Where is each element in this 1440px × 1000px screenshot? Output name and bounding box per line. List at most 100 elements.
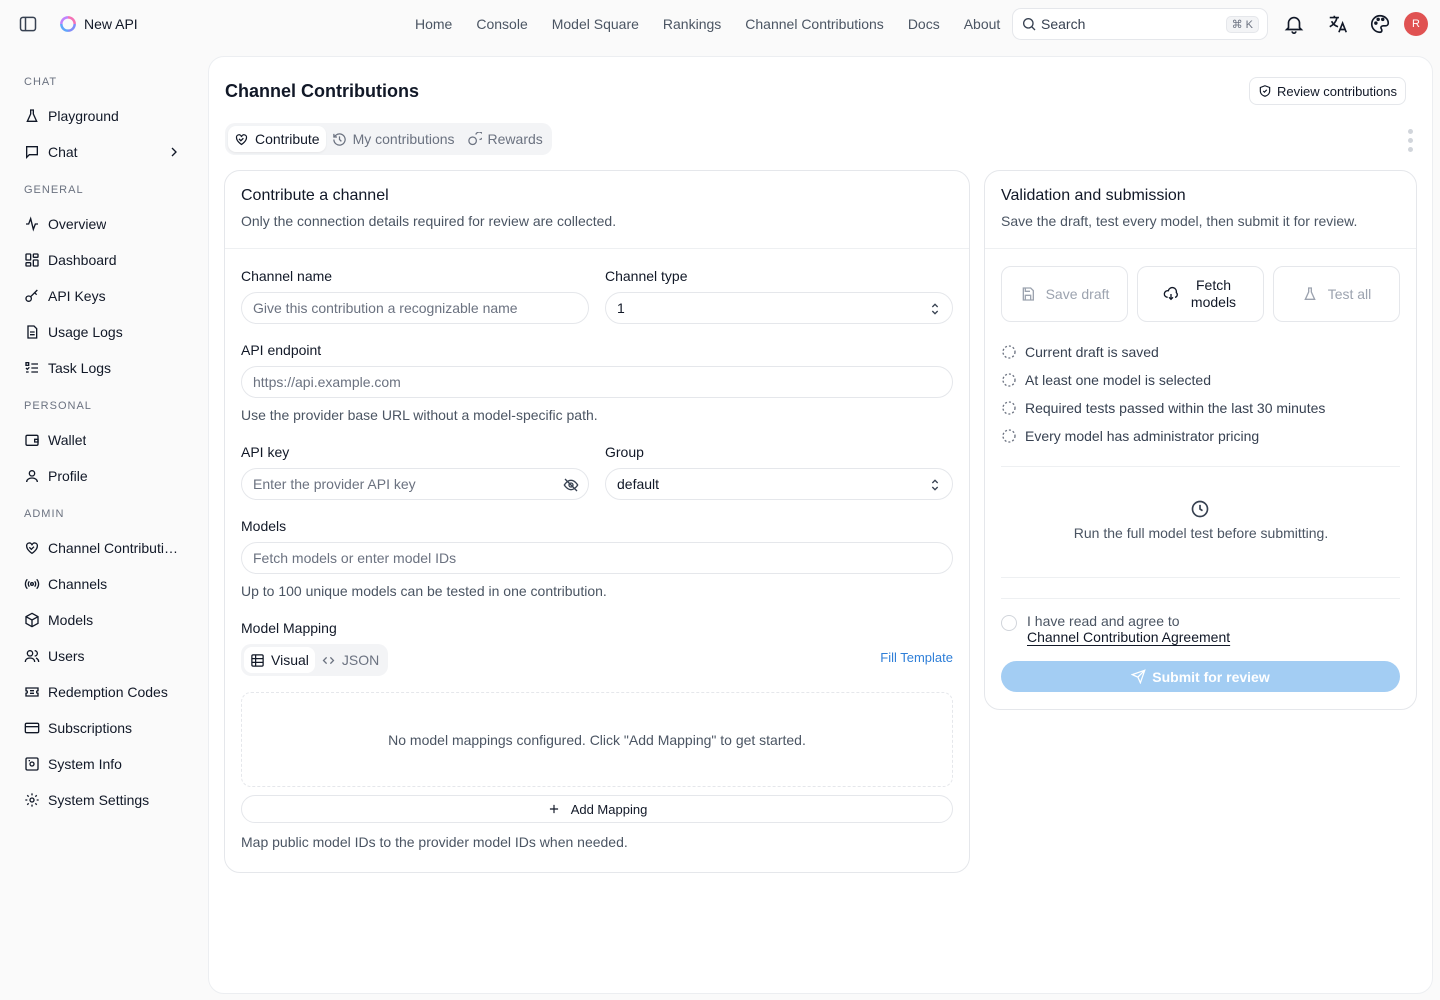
plus-icon xyxy=(547,802,561,816)
sidebar-item-label: Redemption Codes xyxy=(48,684,168,700)
agreement-checkbox[interactable] xyxy=(1001,615,1017,631)
code-icon xyxy=(321,653,336,668)
cloud-download-icon xyxy=(1163,286,1179,302)
tab-contribute[interactable]: Contribute xyxy=(228,126,326,152)
input-placeholder: https://api.example.com xyxy=(253,374,401,390)
channel-name-input[interactable]: Give this contribution a recognizable na… xyxy=(241,292,589,324)
users-icon xyxy=(24,648,40,664)
sidebar-item-profile[interactable]: Profile xyxy=(16,460,192,492)
sidebar-toggle-icon[interactable] xyxy=(18,14,38,34)
sidebar-item-subscriptions[interactable]: Subscriptions xyxy=(16,712,192,744)
dashed-circle-icon xyxy=(1001,372,1017,388)
channel-type-label: Channel type xyxy=(605,268,688,284)
nav-console[interactable]: Console xyxy=(464,16,539,32)
card-subtitle: Only the connection details required for… xyxy=(241,213,617,229)
flask-icon xyxy=(24,108,40,124)
fill-template-link[interactable]: Fill Template xyxy=(880,650,953,665)
sidebar-item-playground[interactable]: Playground xyxy=(16,100,192,132)
tab-label: Rewards xyxy=(487,131,543,147)
api-endpoint-input[interactable]: https://api.example.com xyxy=(241,366,953,398)
group-select[interactable]: default xyxy=(605,468,953,500)
sidebar-item-channel-contributions[interactable]: Channel Contributi… xyxy=(16,532,192,564)
mapping-empty-text: No model mappings configured. Click "Add… xyxy=(388,731,806,748)
sidebar-item-dashboard[interactable]: Dashboard xyxy=(16,244,192,276)
test-all-button[interactable]: Test all xyxy=(1273,266,1400,322)
nav-home[interactable]: Home xyxy=(403,16,464,32)
group-label: Group xyxy=(605,444,644,460)
nav-model-square[interactable]: Model Square xyxy=(540,16,651,32)
input-placeholder: Enter the provider API key xyxy=(253,476,416,492)
agreement-link[interactable]: Channel Contribution Agreement xyxy=(1027,629,1230,645)
fetch-models-button[interactable]: Fetch models xyxy=(1137,266,1264,322)
input-placeholder: Give this contribution a recognizable na… xyxy=(253,300,518,316)
channel-type-select[interactable]: 1 xyxy=(605,292,953,324)
nav-rankings[interactable]: Rankings xyxy=(651,16,733,32)
brand-name[interactable]: New API xyxy=(84,16,138,32)
sidebar-item-label: Task Logs xyxy=(48,360,112,376)
sidebar-item-users[interactable]: Users xyxy=(16,640,192,672)
sidebar-item-label: Wallet xyxy=(48,432,87,448)
sidebar-item-label: Models xyxy=(48,612,94,628)
sidebar-item-channels[interactable]: Channels xyxy=(16,568,192,600)
page-title: Channel Contributions xyxy=(225,81,419,101)
bell-icon[interactable] xyxy=(1283,13,1305,35)
sidebar-item-label: Users xyxy=(48,648,85,664)
check-item: Current draft is saved xyxy=(1001,344,1159,360)
sidebar-item-wallet[interactable]: Wallet xyxy=(16,424,192,456)
check-item: Every model has administrator pricing xyxy=(1001,428,1259,444)
models-input[interactable]: Fetch models or enter model IDs xyxy=(241,542,953,574)
tab-bar: Contribute My contributions Rewards xyxy=(225,123,552,155)
search-box[interactable]: Search ⌘ K xyxy=(1012,8,1268,40)
sidebar-item-chat[interactable]: Chat xyxy=(16,136,192,168)
eye-off-icon[interactable] xyxy=(563,477,579,493)
sidebar-item-usage-logs[interactable]: Usage Logs xyxy=(16,316,192,348)
sidebar-item-overview[interactable]: Overview xyxy=(16,208,192,240)
channel-name-label: Channel name xyxy=(241,268,333,284)
api-key-input[interactable]: Enter the provider API key xyxy=(241,468,589,500)
sidebar-item-redemption-codes[interactable]: Redemption Codes xyxy=(16,676,192,708)
input-placeholder: Fetch models or enter model IDs xyxy=(253,550,457,566)
sidebar-item-label: Profile xyxy=(48,468,88,484)
submit-for-review-button[interactable]: Submit for review xyxy=(1001,661,1400,692)
api-key-label: API key xyxy=(241,444,290,460)
top-nav: Home Console Model Square Rankings Chann… xyxy=(403,0,1012,48)
search-icon xyxy=(1021,16,1037,32)
check-label: Current draft is saved xyxy=(1025,344,1159,360)
gear-icon xyxy=(24,792,40,808)
mapping-mode-visual[interactable]: Visual xyxy=(244,647,315,673)
history-icon xyxy=(332,132,347,147)
sidebar-item-models[interactable]: Models xyxy=(16,604,192,636)
logo-icon xyxy=(58,14,78,34)
list-check-icon xyxy=(24,360,40,376)
sidebar-item-label: Usage Logs xyxy=(48,324,123,340)
sidebar-item-api-keys[interactable]: API Keys xyxy=(16,280,192,312)
tab-rewards[interactable]: Rewards xyxy=(461,126,549,152)
check-label: At least one model is selected xyxy=(1025,372,1211,388)
button-label: Test all xyxy=(1327,286,1372,302)
nav-docs[interactable]: Docs xyxy=(896,16,952,32)
broadcast-icon xyxy=(24,576,40,592)
button-label: Fetch models xyxy=(1190,277,1237,310)
translate-icon[interactable] xyxy=(1327,13,1349,35)
server-icon xyxy=(24,756,40,772)
mapping-mode-json[interactable]: JSON xyxy=(315,647,385,673)
nav-channel-contributions[interactable]: Channel Contributions xyxy=(733,16,896,32)
sidebar-section-personal: PERSONAL xyxy=(24,400,92,412)
dashed-circle-icon xyxy=(1001,428,1017,444)
document-icon xyxy=(24,324,40,340)
tab-my-contributions[interactable]: My contributions xyxy=(326,126,461,152)
more-options-icon[interactable] xyxy=(1406,127,1414,155)
sidebar-item-system-info[interactable]: System Info xyxy=(16,748,192,780)
save-draft-button[interactable]: Save draft xyxy=(1001,266,1128,322)
sidebar-item-system-settings[interactable]: System Settings xyxy=(16,784,192,816)
nav-about[interactable]: About xyxy=(952,16,1013,32)
add-mapping-button[interactable]: Add Mapping xyxy=(241,795,953,823)
sidebar-item-task-logs[interactable]: Task Logs xyxy=(16,352,192,384)
avatar[interactable]: R xyxy=(1404,12,1428,36)
wallet-icon xyxy=(24,432,40,448)
check-label: Required tests passed within the last 30… xyxy=(1025,400,1326,416)
palette-icon[interactable] xyxy=(1369,13,1391,35)
card-subtitle: Save the draft, test every model, then s… xyxy=(1001,213,1358,229)
sidebar-item-label: API Keys xyxy=(48,288,106,304)
review-contributions-button[interactable]: Review contributions xyxy=(1249,77,1406,105)
